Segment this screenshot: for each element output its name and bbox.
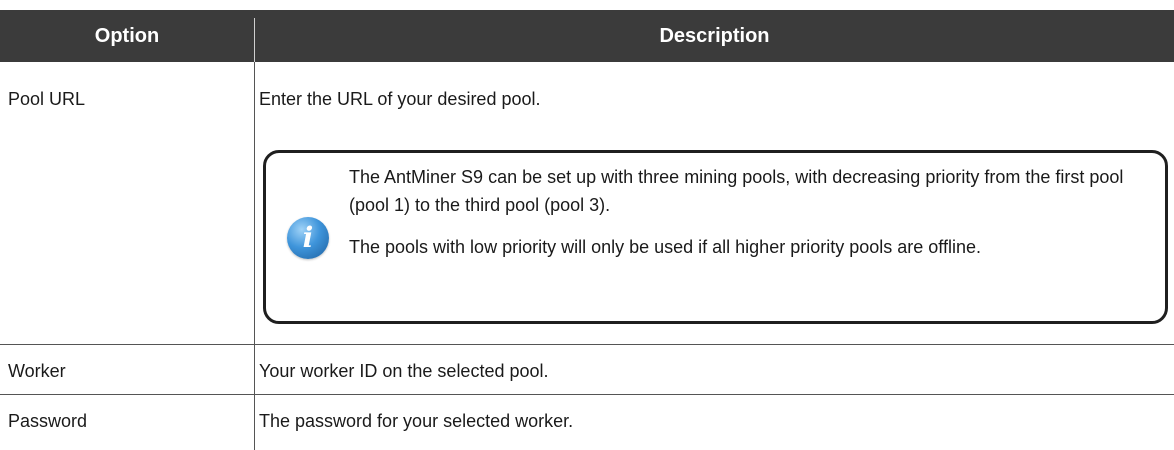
note-paragraph: The pools with low priority will only be… <box>349 237 981 257</box>
info-icon-glyph: i <box>302 221 314 254</box>
note-paragraph: The AntMiner S9 can be set up with three… <box>349 167 1124 215</box>
header-option: Option <box>94 25 160 47</box>
header-description: Description <box>659 25 770 47</box>
column-divider <box>254 62 255 450</box>
option-cell: Password <box>8 411 88 431</box>
description-cell: Your worker ID on the selected pool. <box>259 361 549 381</box>
option-cell: Pool URL <box>8 89 86 109</box>
description-cell: The password for your selected worker. <box>259 411 574 431</box>
row-divider <box>0 344 1174 345</box>
row-divider <box>0 394 1174 395</box>
option-cell: Worker <box>8 361 66 381</box>
description-cell: Enter the URL of your desired pool. <box>259 89 541 109</box>
info-note-box: i The AntMiner S9 can be set up with thr… <box>263 150 1168 324</box>
table-header-row: Option Description <box>0 10 1174 62</box>
info-icon: i <box>287 217 329 259</box>
